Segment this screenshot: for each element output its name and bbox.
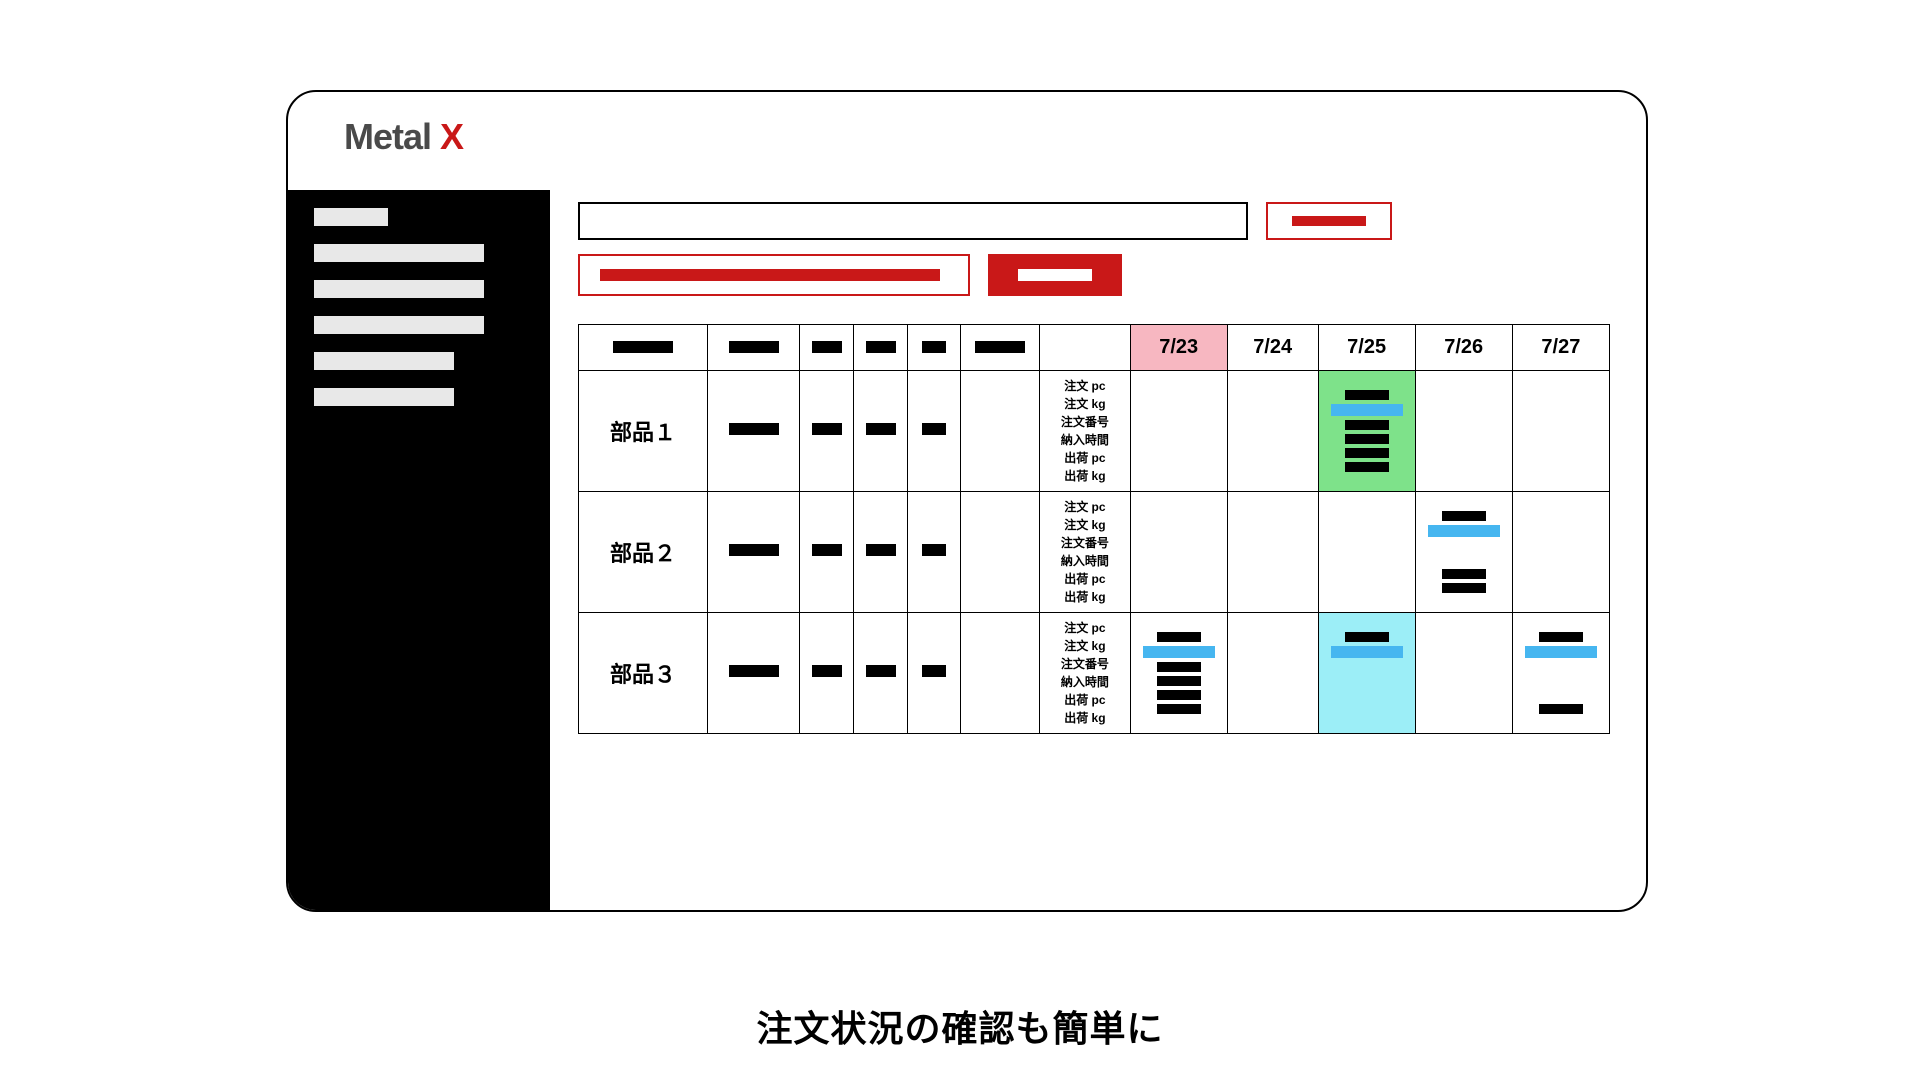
sidebar-item-1[interactable] (314, 244, 484, 262)
data-bar (1442, 511, 1486, 521)
meta-cell (961, 371, 1040, 492)
meta-cell (961, 613, 1040, 734)
table-row: 部品１ 注文 pc注文 kg注文番号納入時間出荷 pc出荷 kg (579, 371, 1610, 492)
meta-cell (908, 613, 961, 734)
day-cell[interactable] (1227, 492, 1318, 613)
day-cell[interactable] (1415, 613, 1512, 734)
day-cell[interactable] (1512, 492, 1609, 613)
meta-cell (707, 613, 800, 734)
data-bar-highlight (1331, 646, 1403, 658)
sublabels: 注文 pc注文 kg注文番号納入時間出荷 pc出荷 kg (1040, 492, 1131, 613)
sublabels: 注文 pc注文 kg注文番号納入時間出荷 pc出荷 kg (1040, 371, 1131, 492)
table-row: 部品３ 注文 pc注文 kg注文番号納入時間出荷 pc出荷 kg (579, 613, 1610, 734)
data-bar (1345, 420, 1389, 430)
meta-cell (854, 613, 908, 734)
day-cell[interactable] (1130, 371, 1227, 492)
part-name-cell: 部品３ (579, 613, 708, 734)
brand-logo: Metal X (344, 116, 463, 158)
schedule-table: 7/237/247/257/267/27 部品１ 注文 pc注文 kg注文番号納入… (578, 324, 1610, 734)
day-cell[interactable] (1415, 371, 1512, 492)
main-content: 7/237/247/257/267/27 部品１ 注文 pc注文 kg注文番号納入… (578, 202, 1610, 734)
data-bar-highlight (1428, 525, 1500, 537)
sidebar-item-4[interactable] (314, 352, 454, 370)
search-button[interactable] (1266, 202, 1392, 240)
data-bar (1157, 676, 1201, 686)
data-bar (1157, 690, 1201, 700)
meta-col-header (707, 325, 800, 371)
data-bar (1157, 704, 1201, 714)
day-cell[interactable] (1512, 371, 1609, 492)
date-header-7-27[interactable]: 7/27 (1512, 325, 1609, 371)
data-bar (1345, 462, 1389, 472)
meta-col-header (854, 325, 908, 371)
meta-cell (908, 371, 961, 492)
data-bar-highlight (1331, 404, 1403, 416)
day-cell[interactable] (1318, 613, 1415, 734)
data-bar-highlight (1525, 646, 1597, 658)
data-bar (1442, 569, 1486, 579)
date-header-7-26[interactable]: 7/26 (1415, 325, 1512, 371)
meta-col-header (908, 325, 961, 371)
meta-cell (707, 371, 800, 492)
meta-cell (800, 492, 854, 613)
date-header-7-23[interactable]: 7/23 (1130, 325, 1227, 371)
date-header-7-24[interactable]: 7/24 (1227, 325, 1318, 371)
part-name-cell: 部品２ (579, 492, 708, 613)
data-bar (1539, 704, 1583, 714)
day-cell[interactable] (1512, 613, 1609, 734)
part-name-cell: 部品１ (579, 371, 708, 492)
confirm-button-label (1018, 269, 1092, 281)
brand-accent: X (440, 116, 463, 157)
meta-col-header (961, 325, 1040, 371)
data-bar (1345, 632, 1389, 642)
data-bar-highlight (1143, 646, 1215, 658)
caption: 注文状況の確認も簡単に (0, 1000, 1920, 1052)
search-button-label (1292, 216, 1366, 226)
data-bar (1157, 662, 1201, 672)
data-bar (1345, 448, 1389, 458)
day-cell[interactable] (1227, 371, 1318, 492)
data-bar (1442, 583, 1486, 593)
data-bar (1539, 632, 1583, 642)
day-cell[interactable] (1318, 371, 1415, 492)
date-header-7-25[interactable]: 7/25 (1318, 325, 1415, 371)
day-cell[interactable] (1318, 492, 1415, 613)
app-window: Metal X 7/237/247/257/267/2 (286, 90, 1648, 912)
day-cell[interactable] (1415, 492, 1512, 613)
table-row: 部品２ 注文 pc注文 kg注文番号納入時間出荷 pc出荷 kg (579, 492, 1610, 613)
meta-cell (800, 371, 854, 492)
data-bar (1345, 434, 1389, 444)
meta-cell (800, 613, 854, 734)
sublabel-col-header (1040, 325, 1131, 371)
filter-input[interactable] (578, 254, 970, 296)
data-bar (1345, 390, 1389, 400)
day-cell[interactable] (1130, 492, 1227, 613)
meta-cell (707, 492, 800, 613)
meta-col-header (800, 325, 854, 371)
sublabels: 注文 pc注文 kg注文番号納入時間出荷 pc出荷 kg (1040, 613, 1131, 734)
sidebar-item-2[interactable] (314, 280, 484, 298)
brand-text: Metal (344, 116, 431, 157)
confirm-button[interactable] (988, 254, 1122, 296)
filter-input-value (600, 269, 940, 281)
day-cell[interactable] (1227, 613, 1318, 734)
table-header-row: 7/237/247/257/267/27 (579, 325, 1610, 371)
meta-cell (961, 492, 1040, 613)
sidebar-item-5[interactable] (314, 388, 454, 406)
day-cell[interactable] (1130, 613, 1227, 734)
meta-cell (854, 371, 908, 492)
search-input[interactable] (578, 202, 1248, 240)
meta-cell (854, 492, 908, 613)
data-bar (1157, 632, 1201, 642)
sidebar (288, 190, 550, 912)
meta-col-header (579, 325, 708, 371)
meta-cell (908, 492, 961, 613)
sidebar-item-0[interactable] (314, 208, 388, 226)
sidebar-item-3[interactable] (314, 316, 484, 334)
